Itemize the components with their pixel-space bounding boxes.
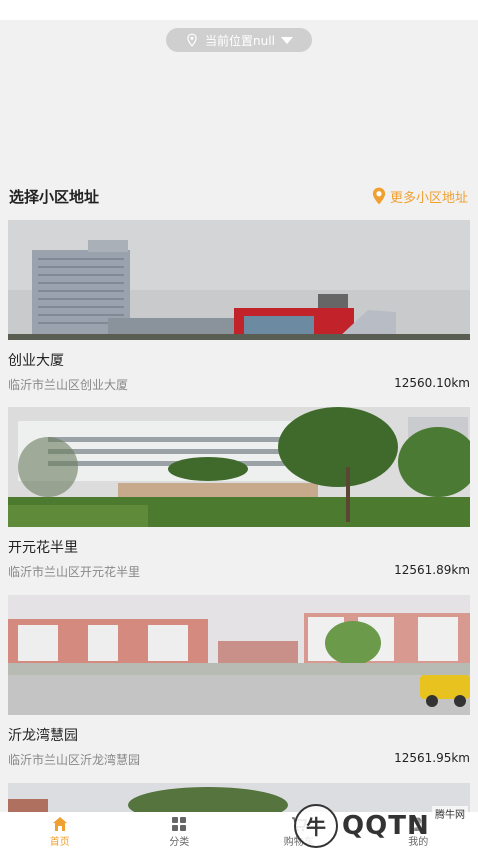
community-address: 临沂市兰山区创业大厦 (8, 378, 129, 392)
community-address: 临沂市兰山区开元花半里 (8, 565, 141, 579)
community-card[interactable] (8, 783, 470, 812)
community-photo (8, 220, 470, 340)
more-addresses-label: 更多小区地址 (389, 190, 468, 206)
more-addresses-link[interactable]: 更多小区地址 (371, 187, 468, 206)
tab-mine[interactable]: 我的 (359, 812, 478, 851)
location-label: 当前位置null (205, 33, 275, 48)
bottom-tab-bar: 首页 分类 购物车 我的 (0, 812, 478, 851)
location-pin-icon (372, 187, 386, 205)
tab-label: 首页 (49, 836, 70, 848)
community-photo (8, 407, 470, 527)
community-card[interactable]: 创业大厦 临沂市兰山区创业大厦 12560.10km (8, 220, 470, 400)
community-photo (8, 783, 470, 812)
community-card[interactable]: 沂龙湾慧园 临沂市兰山区沂龙湾慧园 12561.95km (8, 595, 470, 775)
tab-label: 我的 (408, 836, 429, 848)
community-name: 开元花半里 (8, 540, 78, 556)
tab-home[interactable]: 首页 (0, 812, 120, 851)
location-pin-icon (187, 33, 197, 47)
community-card[interactable]: 开元花半里 临沂市兰山区开元花半里 12561.89km (8, 407, 470, 587)
community-distance: 12560.10km (394, 376, 470, 390)
community-distance: 12561.89km (394, 563, 470, 577)
cart-icon (291, 816, 307, 831)
chevron-down-icon (280, 36, 293, 44)
community-name: 沂龙湾慧园 (8, 728, 78, 744)
tab-label: 购物车 (283, 836, 314, 848)
tab-label: 分类 (169, 836, 190, 848)
status-bar (0, 0, 478, 20)
section-header: 选择小区地址 更多小区地址 (0, 180, 478, 212)
tab-cart[interactable]: 购物车 (239, 812, 359, 851)
community-distance: 12561.95km (394, 751, 470, 765)
location-selector[interactable]: 当前位置null (166, 28, 312, 52)
section-title: 选择小区地址 (9, 187, 100, 206)
community-name: 创业大厦 (8, 353, 64, 369)
community-photo (8, 595, 470, 715)
user-icon (411, 817, 426, 831)
community-address: 临沂市兰山区沂龙湾慧园 (8, 753, 141, 767)
home-icon (52, 816, 67, 831)
tab-category[interactable]: 分类 (120, 812, 240, 851)
grid-icon (172, 816, 187, 831)
